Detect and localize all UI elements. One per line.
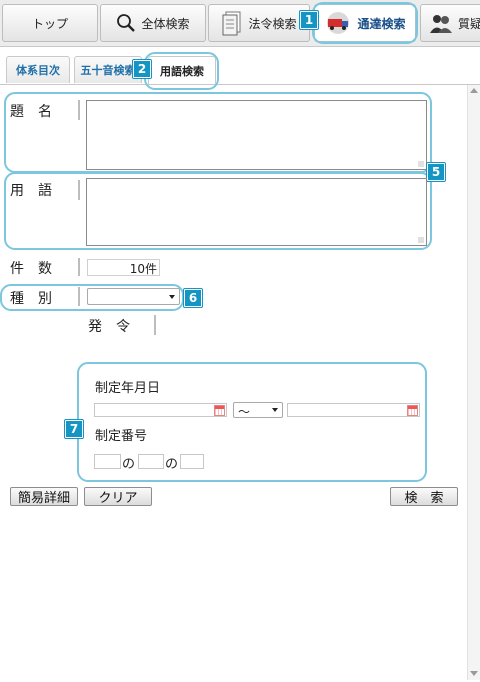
count-field[interactable]: 10件	[87, 259, 160, 276]
issue-separator	[154, 315, 156, 335]
callout-badge-6: 6	[184, 289, 202, 307]
calendar-icon[interactable]	[407, 405, 418, 416]
tab-law-search-label: 法令検索	[248, 16, 297, 31]
magnifier-icon	[116, 13, 136, 33]
callout-2	[144, 52, 219, 90]
term-textarea[interactable]	[86, 178, 427, 246]
title-separator	[78, 100, 80, 120]
tab-system-toc[interactable]: 体系目次	[6, 56, 70, 83]
scroll-up-icon[interactable]	[470, 88, 478, 93]
resize-grip-icon	[418, 237, 424, 243]
issue-label: 発 令	[88, 319, 130, 335]
tab-qa[interactable]: 質疑	[420, 4, 480, 42]
type-separator	[78, 287, 80, 306]
date-from-field[interactable]	[94, 403, 227, 417]
tab-system-toc-label: 体系目次	[16, 64, 60, 77]
resize-grip-icon	[418, 161, 424, 167]
document-icon	[221, 10, 243, 36]
date-label: 制定年月日	[95, 381, 161, 396]
number-no-2: の	[165, 457, 179, 472]
count-value: 10件	[129, 262, 157, 276]
title-textarea[interactable]	[86, 100, 427, 170]
tab-kana-search-label: 五十音検索	[80, 64, 136, 77]
callout-badge-1: 1	[300, 11, 318, 29]
tab-full-search-label: 全体検索	[141, 16, 190, 31]
count-label: 件 数	[10, 261, 52, 277]
vertical-scrollbar[interactable]	[467, 85, 480, 680]
date-range-select[interactable]: ～	[233, 402, 283, 419]
number-field-2[interactable]	[138, 454, 164, 469]
tab-full-search[interactable]: 全体検索	[100, 4, 206, 42]
clear-button[interactable]: クリア	[84, 487, 152, 506]
scroll-down-icon[interactable]	[470, 671, 478, 676]
callout-badge-2: 2	[133, 60, 151, 78]
number-no-1: の	[122, 457, 136, 472]
tab-law-search[interactable]: 法令検索	[208, 4, 310, 42]
chevron-down-icon	[272, 408, 278, 412]
callout-badge-5: 5	[427, 163, 445, 181]
chevron-down-icon	[169, 294, 175, 299]
tab-top[interactable]: トップ	[2, 4, 98, 42]
term-label: 用 語	[10, 183, 52, 199]
range-separator-value: ～	[238, 405, 251, 419]
search-button[interactable]: 検 索	[390, 487, 458, 506]
calendar-icon[interactable]	[214, 405, 225, 416]
tab-kana-search[interactable]: 五十音検索	[74, 56, 142, 83]
callout-1	[312, 2, 418, 44]
simple-detail-button[interactable]: 簡易詳細	[10, 487, 78, 506]
title-label: 題 名	[10, 104, 52, 120]
number-field-1[interactable]	[94, 454, 121, 469]
date-to-field[interactable]	[287, 403, 420, 417]
sub-tab-bar: 体系目次 五十音検索 用語検索	[0, 50, 480, 85]
number-field-3[interactable]	[180, 454, 204, 469]
term-separator	[78, 180, 80, 200]
callout-badge-7: 7	[65, 420, 83, 438]
type-select[interactable]	[87, 288, 180, 305]
type-label: 種 別	[10, 291, 52, 307]
tab-qa-label: 質疑	[458, 16, 480, 31]
tab-top-label: トップ	[31, 16, 68, 31]
count-separator	[78, 258, 80, 276]
people-icon	[429, 11, 453, 35]
number-label: 制定番号	[95, 429, 148, 444]
